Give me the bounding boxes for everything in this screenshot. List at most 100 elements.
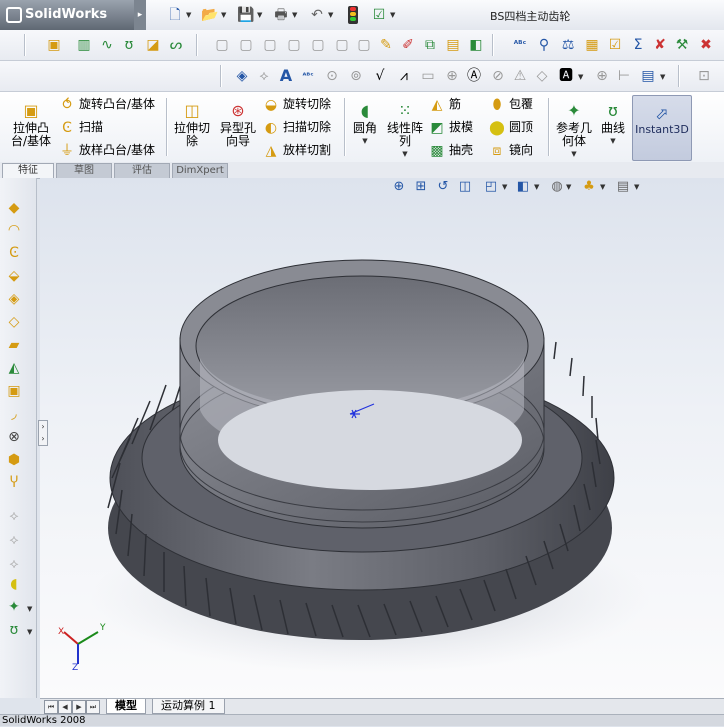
geometric-tolerance-icon[interactable]: ▭ [418, 66, 438, 86]
panel-splitter-handle[interactable]: › › [38, 420, 48, 446]
chevron-down-icon[interactable]: ▼ [27, 627, 34, 637]
extrude-boss-button[interactable]: ▣ 拉伸凸 台/基体 [6, 102, 56, 148]
view-cube-7-icon[interactable]: ▢ [354, 35, 374, 55]
tag-icon[interactable]: ⟡ [254, 66, 274, 86]
check-icon[interactable]: ☑ [605, 35, 625, 55]
revolve-boss-button[interactable]: ⥀ 旋转凸台/基体 [58, 94, 155, 114]
print-icon[interactable]: 🖶 [272, 6, 290, 24]
tab-dimxpert[interactable]: DimXpert [172, 163, 228, 178]
dome-button[interactable]: ⬤ 圆顶 [488, 117, 533, 137]
interference-icon[interactable]: ✘ [650, 35, 670, 55]
boundary-icon[interactable]: ◈ [4, 289, 24, 309]
note-text-icon[interactable]: A [276, 66, 296, 86]
loft-cut-button[interactable]: ◮ 放样切割 [262, 140, 331, 160]
table-icon[interactable]: ▤ [638, 66, 658, 86]
curves-button[interactable]: ʊ 曲线 ▼ [598, 102, 628, 148]
revolve-cut-icon[interactable]: ◭ [4, 358, 24, 378]
mirror-button[interactable]: ⧈ 镜向 [488, 140, 533, 160]
chevron-down-icon[interactable]: ▼ [348, 135, 382, 148]
solidworks-menu-button[interactable]: SolidWorks [0, 0, 134, 30]
surface-finish-icon[interactable]: √ [370, 66, 390, 86]
helix-icon[interactable]: ᔕ [166, 35, 186, 55]
tab-evaluate[interactable]: 评估 [114, 163, 170, 178]
save-icon[interactable]: 💾 [237, 6, 255, 24]
rib-button[interactable]: ◭ 筋 [428, 94, 461, 114]
loft-boss-button[interactable]: ⏚ 放样凸台/基体 [58, 140, 155, 160]
chevron-down-icon[interactable]: ▼ [384, 148, 426, 161]
spiral-icon[interactable]: ʊ [119, 35, 139, 55]
view-cube-1-icon[interactable]: ▢ [212, 35, 232, 55]
sweep-cut-icon[interactable]: ◞ [4, 404, 24, 424]
view-cube-5-icon[interactable]: ▢ [308, 35, 328, 55]
undo-icon[interactable]: ↶ [308, 6, 326, 24]
weld-symbol-icon[interactable]: ⩘ [394, 66, 414, 86]
chevron-down-icon[interactable]: ▼ [221, 10, 228, 20]
fillet-feature-icon[interactable]: ◪ [143, 35, 163, 55]
annotation-icon[interactable]: ⊡ [694, 66, 714, 86]
instant-feature-icon[interactable]: ▣ [44, 35, 64, 55]
delete-face-icon[interactable]: ⊗ [4, 427, 24, 447]
datum-target-icon[interactable]: Ⓐ [464, 66, 484, 86]
extrude-cut-button[interactable]: ◫ 拉伸切 除 [170, 102, 214, 148]
loft-icon[interactable]: ⬙ [4, 266, 24, 286]
toolbox-icon[interactable]: ⚒ [672, 35, 692, 55]
chevron-down-icon[interactable]: ▼ [578, 72, 585, 82]
chevron-down-icon[interactable]: ▼ [186, 10, 193, 20]
sine-curve-icon[interactable]: ∿ [97, 35, 117, 55]
reference-geometry-icon[interactable]: ✦ [4, 597, 24, 617]
sweep-cut-button[interactable]: ◐ 扫描切除 [262, 117, 331, 137]
sweep-icon[interactable]: Ͼ [4, 243, 24, 263]
rib-icon[interactable]: Ⴤ [4, 473, 24, 493]
chevron-down-icon[interactable]: ▼ [660, 72, 667, 82]
view-cube-3-icon[interactable]: ▢ [260, 35, 280, 55]
close-toolbar-icon[interactable]: ✖ [696, 35, 716, 55]
block-icon[interactable]: 🅰 [556, 66, 576, 86]
tab-motion-study[interactable]: 运动算例 1 [152, 699, 225, 714]
options-icon[interactable]: ☑ [370, 6, 388, 24]
plane-icon[interactable]: ▰ [4, 335, 24, 355]
view-cube-4-icon[interactable]: ▢ [284, 35, 304, 55]
warning-icon[interactable]: ⚠ [510, 66, 530, 86]
chevron-down-icon[interactable]: ▼ [328, 10, 335, 20]
chevron-down-icon[interactable]: ▼ [27, 604, 34, 614]
measure-icon[interactable]: ⚲ [534, 35, 554, 55]
mate-icon[interactable]: ◧ [466, 35, 486, 55]
spelling-check-icon[interactable]: ᴬᴮᶜ [510, 35, 530, 55]
chevron-down-icon[interactable]: ▼ [257, 10, 264, 20]
centerline-icon[interactable]: ⊢ [614, 66, 634, 86]
graphics-area[interactable]: ⊕ ⊞ ↺ ◫ ◰ ▼ ◧ ▼ ◍ ▼ ♣ ▼ ▤ ▼ X Y Z [40, 178, 724, 698]
balloon-icon[interactable]: ⊙ [322, 66, 342, 86]
curves-icon[interactable]: ʊ [4, 620, 24, 640]
cut-icon[interactable]: ◇ [4, 312, 24, 332]
shell-button[interactable]: ▩ 抽壳 [428, 140, 473, 160]
extrude-icon[interactable]: ◆ [4, 198, 24, 218]
menu-expand-arrow-icon[interactable]: ▸ [134, 0, 146, 30]
wrap-button[interactable]: ⬮ 包覆 [488, 94, 533, 114]
revolve-cut-button[interactable]: ◒ 旋转切除 [262, 94, 331, 114]
bar-chart-icon[interactable]: ▥ [74, 35, 94, 55]
component-icon[interactable]: ▤ [443, 35, 463, 55]
box-icon[interactable]: ⬢ [4, 450, 24, 470]
prev-tab-icon[interactable]: ◀ [58, 700, 72, 714]
tab-features[interactable]: 特征 [2, 163, 54, 178]
new-document-icon[interactable]: 🗋 [166, 6, 184, 24]
linear-pattern-button[interactable]: ⁙ 线性阵 列 ▼ [384, 102, 426, 161]
section-properties-icon[interactable]: ▦ [582, 35, 602, 55]
revision-symbol-icon[interactable]: ◇ [532, 66, 552, 86]
view-cube-2-icon[interactable]: ▢ [236, 35, 256, 55]
chevron-down-icon[interactable]: ▼ [552, 148, 596, 161]
equations-icon[interactable]: Σ [628, 35, 648, 55]
first-tab-icon[interactable]: ⏮ [44, 700, 58, 714]
chevron-down-icon[interactable]: ▼ [292, 10, 299, 20]
hole-wizard-button[interactable]: ⊛ 异型孔 向导 [216, 102, 260, 148]
rebuild-traffic-light-icon[interactable] [348, 6, 358, 24]
dimension-icon[interactable]: ◈ [232, 66, 252, 86]
instant3d-button[interactable]: ⬀ Instant3D [632, 95, 692, 161]
sketch-pencil-icon[interactable]: ✎ [376, 35, 396, 55]
draft-button[interactable]: ◩ 拔模 [428, 117, 473, 137]
view-cube-6-icon[interactable]: ▢ [332, 35, 352, 55]
fillet-button[interactable]: ◖ 圆角 ▼ [348, 102, 382, 148]
last-tab-icon[interactable]: ⏭ [86, 700, 100, 714]
reference-geometry-button[interactable]: ✦ 参考几 何体 ▼ [552, 102, 596, 161]
shell-icon[interactable]: ▣ [4, 381, 24, 401]
